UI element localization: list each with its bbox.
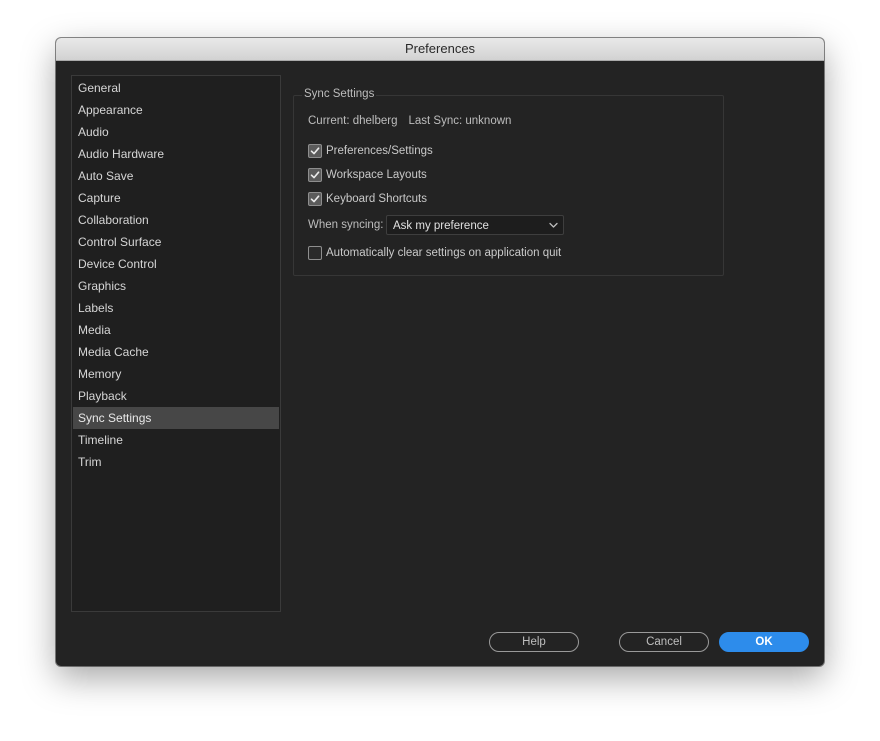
window-title: Preferences [56, 38, 824, 61]
sidebar-item-general[interactable]: General [73, 77, 279, 99]
sidebar-item-audio-hardware[interactable]: Audio Hardware [73, 143, 279, 165]
ok-button[interactable]: OK [719, 632, 809, 652]
sidebar-item-media-cache[interactable]: Media Cache [73, 341, 279, 363]
preferences-sidebar: General Appearance Audio Audio Hardware … [71, 75, 281, 612]
checkmark-icon [310, 195, 320, 203]
option-auto-clear: Automatically clear settings on applicat… [308, 246, 561, 260]
preferences-window: Preferences General Appearance Audio Aud… [56, 38, 824, 666]
when-syncing-select[interactable]: Ask my preference [386, 215, 564, 235]
sidebar-item-sync-settings[interactable]: Sync Settings [73, 407, 279, 429]
when-syncing-label: When syncing: [308, 219, 384, 231]
checkmark-icon [310, 171, 320, 179]
option-keyboard-shortcuts: Keyboard Shortcuts [308, 192, 427, 206]
sync-status-line: Current: dhelberg Last Sync: unknown [308, 115, 511, 127]
sidebar-item-device-control[interactable]: Device Control [73, 253, 279, 275]
sidebar-item-capture[interactable]: Capture [73, 187, 279, 209]
sidebar-item-auto-save[interactable]: Auto Save [73, 165, 279, 187]
sidebar-item-trim[interactable]: Trim [73, 451, 279, 473]
keyboard-shortcuts-label: Keyboard Shortcuts [326, 193, 428, 205]
sidebar-item-playback[interactable]: Playback [73, 385, 279, 407]
sidebar-item-media[interactable]: Media [73, 319, 279, 341]
option-workspace-layouts: Workspace Layouts [308, 168, 427, 182]
when-syncing-value: Ask my preference [393, 220, 489, 232]
preferences-settings-label: Preferences/Settings [326, 145, 433, 157]
auto-clear-label: Automatically clear settings on applicat… [326, 247, 562, 259]
workspace-layouts-checkbox[interactable] [308, 168, 322, 182]
sidebar-item-graphics[interactable]: Graphics [73, 275, 279, 297]
workspace-layouts-label: Workspace Layouts [326, 169, 427, 181]
sidebar-item-timeline[interactable]: Timeline [73, 429, 279, 451]
help-button[interactable]: Help [489, 632, 579, 652]
preferences-settings-checkbox[interactable] [308, 144, 322, 158]
checkmark-icon [310, 147, 320, 155]
sidebar-item-collaboration[interactable]: Collaboration [73, 209, 279, 231]
sidebar-item-labels[interactable]: Labels [73, 297, 279, 319]
current-user-text: Current: dhelberg [308, 115, 398, 127]
option-preferences-settings: Preferences/Settings [308, 144, 433, 158]
sidebar-item-audio[interactable]: Audio [73, 121, 279, 143]
sidebar-item-memory[interactable]: Memory [73, 363, 279, 385]
cancel-button[interactable]: Cancel [619, 632, 709, 652]
auto-clear-checkbox[interactable] [308, 246, 322, 260]
chevron-down-icon [549, 222, 558, 228]
sidebar-item-appearance[interactable]: Appearance [73, 99, 279, 121]
sidebar-item-control-surface[interactable]: Control Surface [73, 231, 279, 253]
last-sync-text: Last Sync: unknown [408, 115, 512, 127]
sync-settings-group-title: Sync Settings [302, 88, 377, 100]
keyboard-shortcuts-checkbox[interactable] [308, 192, 322, 206]
